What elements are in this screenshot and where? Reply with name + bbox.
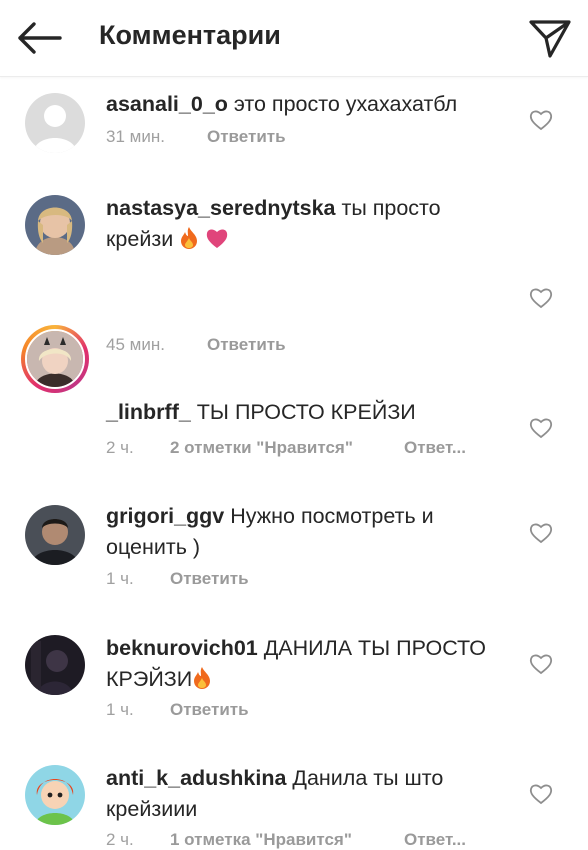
comment-body: ТЫ ПРОСТО КРЕЙЗИ (190, 400, 416, 424)
like-heart-icon[interactable] (529, 783, 553, 805)
comment-meta: 1 ч. Ответить (106, 569, 249, 589)
avatar[interactable] (25, 195, 85, 255)
comment-time: 45 мин. (106, 335, 165, 354)
avatar (25, 329, 85, 389)
comment-time: 31 мин. (106, 127, 165, 146)
comment-username[interactable]: asanali_0_o (106, 92, 228, 116)
comment-text: nastasya_serednytska ты просто крейзи (106, 193, 511, 255)
comment-username[interactable]: nastasya_serednytska (106, 196, 336, 220)
comment-time: 2 ч. (106, 830, 134, 849)
comment-meta: 31 мин. Ответить (106, 127, 286, 147)
comment-meta: 2 ч. 2 отметки "Нравится" Ответ... (106, 438, 466, 458)
top-bar: Комментарии (0, 0, 588, 77)
reply-button[interactable]: Ответ... (404, 438, 466, 457)
comment-text: grigori_ggv Нужно посмотреть и оценить ) (106, 501, 511, 563)
fire-emoji-icon (194, 667, 211, 689)
fire-emoji-icon (181, 227, 198, 249)
reply-button[interactable]: Ответить (170, 569, 249, 588)
like-heart-icon[interactable] (529, 417, 553, 439)
back-arrow-icon[interactable] (14, 14, 66, 62)
comment-time: 2 ч. (106, 438, 134, 457)
reply-button[interactable]: Ответ... (404, 830, 466, 849)
like-heart-icon[interactable] (529, 653, 553, 675)
comment-time: 1 ч. (106, 569, 134, 588)
likes-count[interactable]: 1 отметка "Нравится" (170, 830, 404, 850)
paper-plane-icon[interactable] (528, 16, 572, 60)
like-heart-icon[interactable] (529, 109, 553, 131)
likes-count[interactable]: 2 отметки "Нравится" (170, 438, 404, 458)
avatar-story-ring[interactable] (21, 325, 89, 393)
comment-username[interactable]: anti_k_adushkina (106, 766, 286, 790)
heart-emoji-icon (206, 229, 228, 248)
comment-username[interactable]: beknurovich01 (106, 636, 258, 660)
reply-button[interactable]: Ответить (170, 700, 249, 719)
comment-meta: 45 мин. Ответить (106, 335, 286, 355)
avatar[interactable] (25, 505, 85, 565)
reply-button[interactable]: Ответить (207, 127, 286, 146)
comment-text: anti_k_adushkina Данила ты што крейзиии (106, 763, 511, 825)
like-heart-icon[interactable] (529, 287, 553, 309)
page-title: Комментарии (99, 20, 281, 50)
comment-username[interactable]: grigori_ggv (106, 504, 224, 528)
avatar[interactable] (25, 635, 85, 695)
like-heart-icon[interactable] (529, 522, 553, 544)
avatar[interactable] (25, 93, 85, 153)
comment-meta: 2 ч. 1 отметка "Нравится" Ответ... (106, 830, 466, 850)
avatar[interactable] (25, 765, 85, 825)
reply-button[interactable]: Ответить (207, 335, 286, 354)
comment-text: _linbrff_ ТЫ ПРОСТО КРЕЙЗИ (106, 397, 511, 428)
comment-body: это просто ухахахатбл (227, 92, 458, 116)
comment-text: beknurovich01 ДАНИЛА ТЫ ПРОСТО КРЭЙЗИ (106, 633, 511, 695)
comment-time: 1 ч. (106, 700, 134, 719)
comment-text: asanali_0_o это просто ухахахатбл (106, 89, 511, 120)
comment-meta: 1 ч. Ответить (106, 700, 249, 720)
comment-username[interactable]: _linbrff_ (106, 400, 191, 424)
